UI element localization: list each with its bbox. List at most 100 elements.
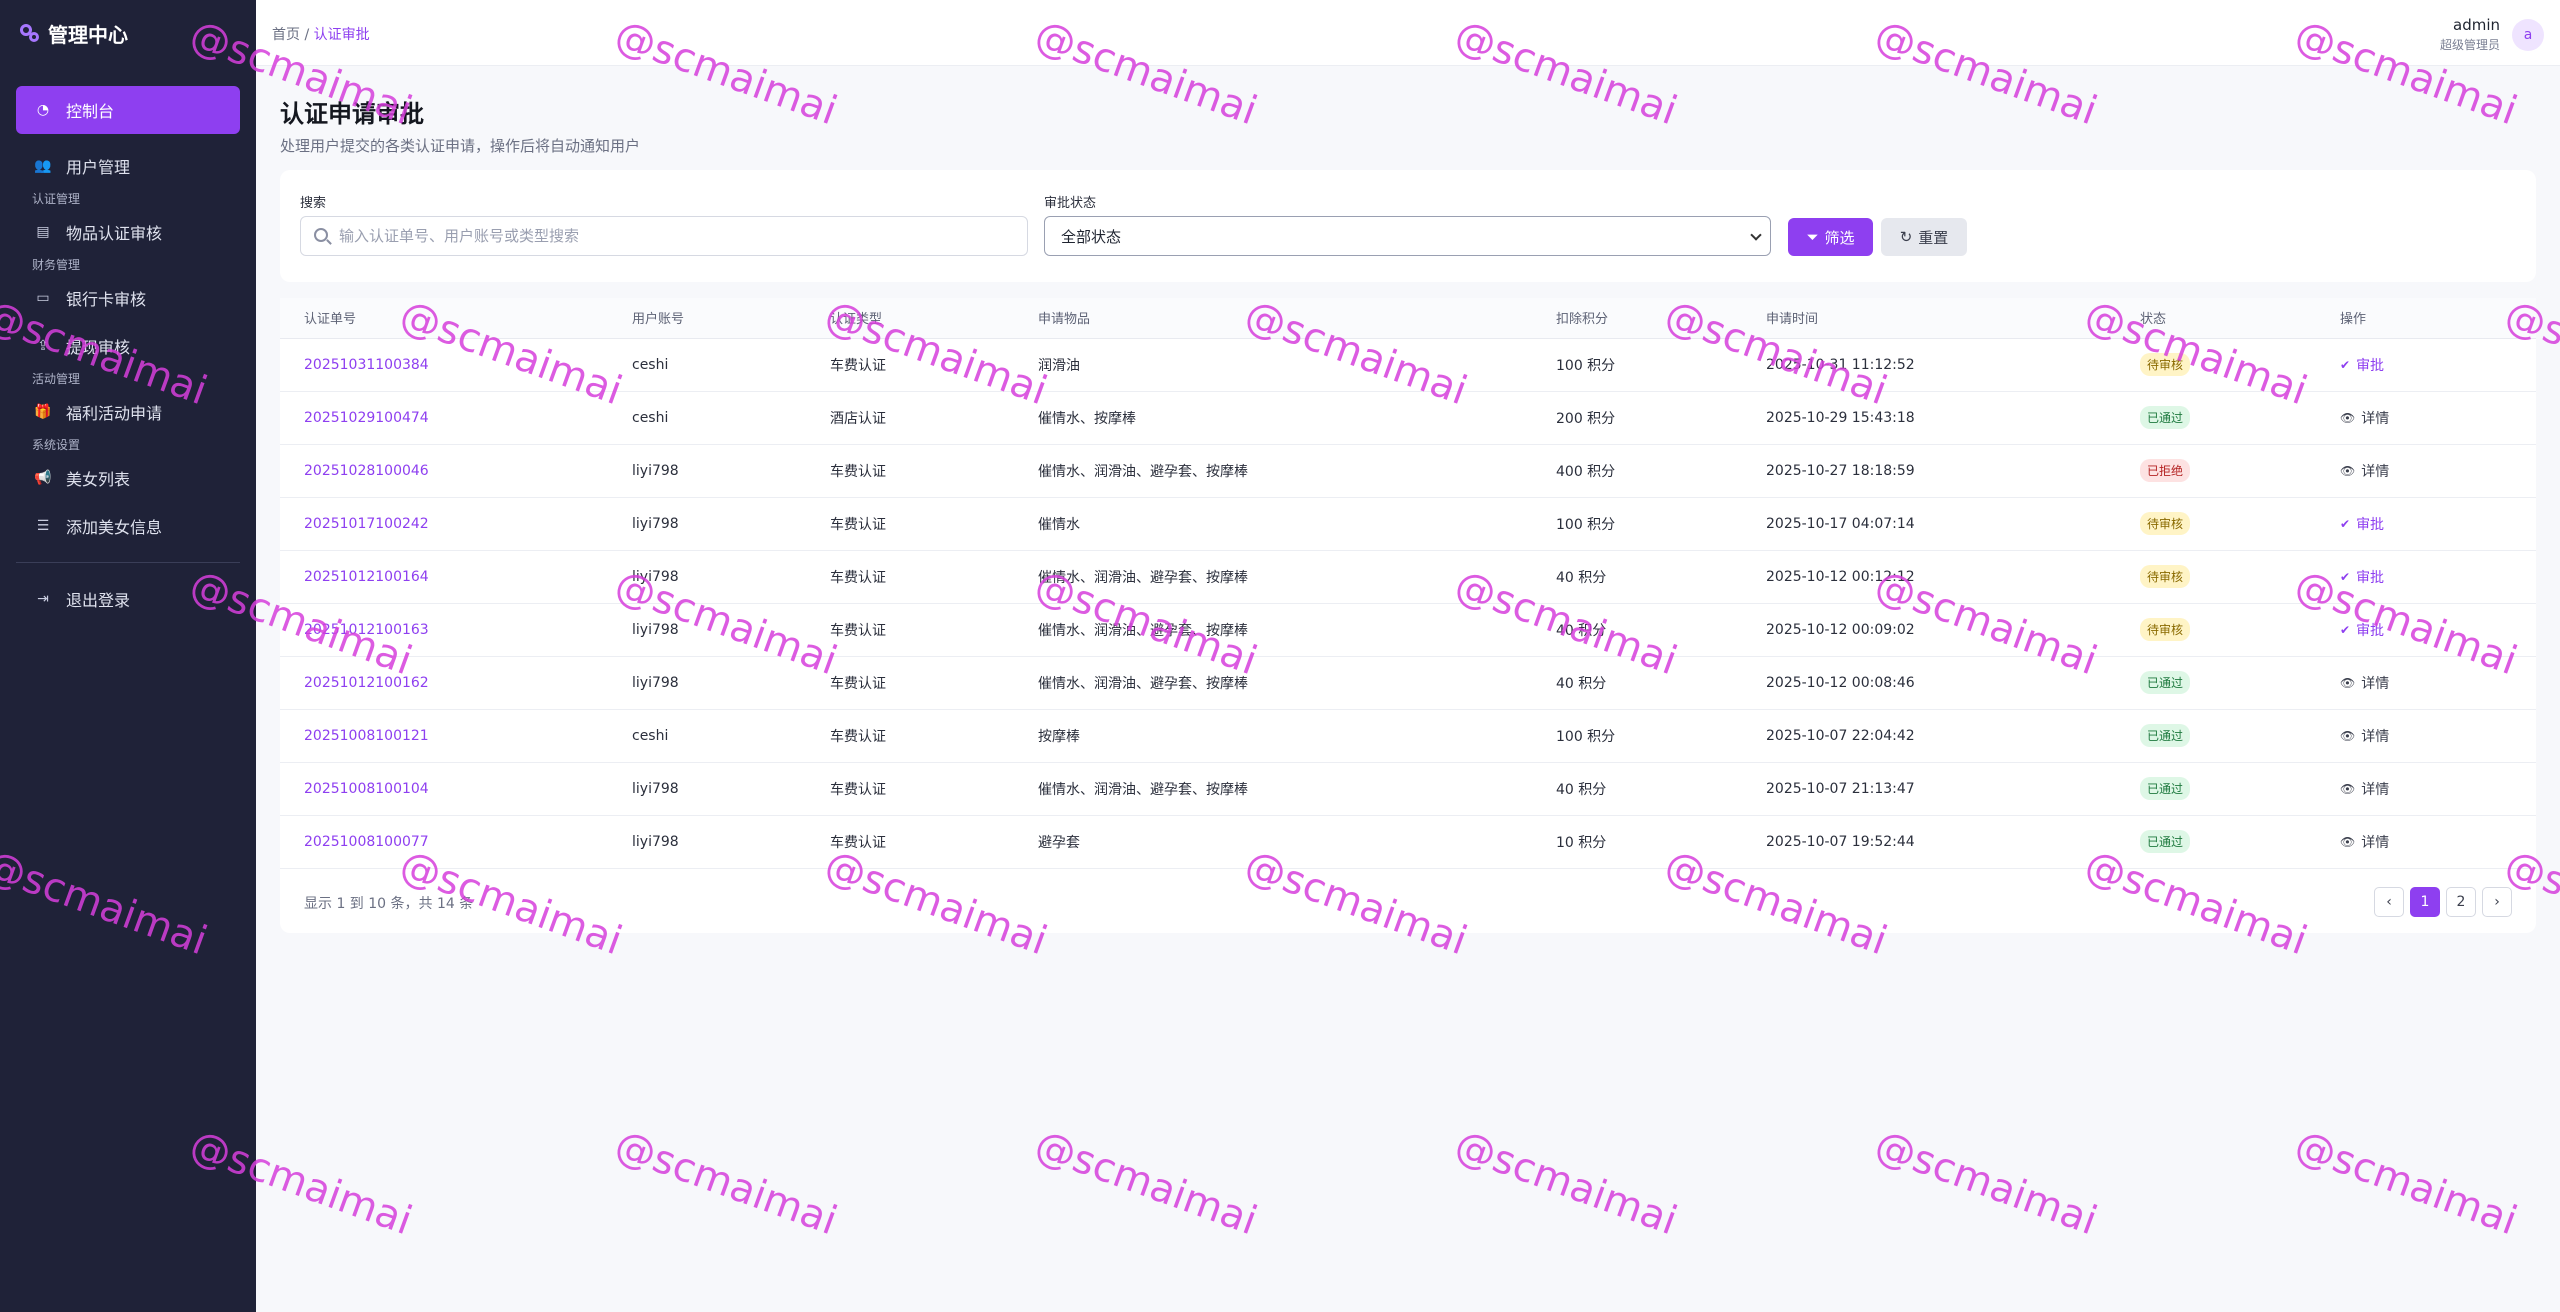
cell-id[interactable]: 20251028100046 <box>280 444 608 498</box>
cell-action: ✔ 审批 <box>2316 550 2536 604</box>
cell-id[interactable]: 20251008100121 <box>280 709 608 763</box>
cell-action: ✔ 审批 <box>2316 603 2536 657</box>
cell-points: 100 积分 <box>1532 709 1742 763</box>
cell-user: liyi798 <box>608 603 806 657</box>
user-menu[interactable]: admin 超级管理员 a <box>2440 16 2544 53</box>
col-status: 状态 <box>2116 298 2316 339</box>
eye-icon: 👁 <box>2340 675 2356 690</box>
breadcrumb-home[interactable]: 首页 <box>272 27 300 43</box>
watermark-text: @scmaimai <box>1029 1121 1263 1245</box>
user-role: 超级管理员 <box>2439 38 2500 52</box>
detail-button[interactable]: 👁 详情 <box>2340 673 2389 693</box>
cell-type: 车费认证 <box>806 709 1014 763</box>
megaphone-icon: 📢 <box>34 470 52 486</box>
cell-item: 催情水、润滑油、避孕套、按摩棒 <box>1014 550 1532 604</box>
action-label: 详情 <box>2361 463 2390 480</box>
sliders-icon: ☰ <box>36 518 50 534</box>
search-input[interactable] <box>300 216 1028 256</box>
col-points: 扣除积分 <box>1532 298 1742 339</box>
cell-id[interactable]: 20251008100104 <box>280 762 608 816</box>
cell-status: 待审核 <box>2116 497 2316 551</box>
status-badge: 待审核 <box>2140 512 2191 535</box>
sidebar-item-list[interactable]: 📢 美女列表 <box>16 454 240 502</box>
cell-status: 待审核 <box>2116 550 2316 604</box>
cell-status: 已通过 <box>2116 709 2316 763</box>
approve-button[interactable]: ✔ 审批 <box>2340 355 2384 375</box>
detail-button[interactable]: 👁 详情 <box>2340 726 2389 746</box>
watermark-text: @scmaimai <box>2289 1121 2523 1245</box>
cell-action: ✔ 审批 <box>2316 338 2536 392</box>
cell-id[interactable]: 20251012100163 <box>280 603 608 657</box>
detail-button[interactable]: 👁 详情 <box>2340 832 2389 852</box>
sidebar-item-logout[interactable]: ⇥ 退出登录 <box>16 575 240 623</box>
sidebar-item-add-info[interactable]: ☰ 添加美女信息 <box>16 502 240 550</box>
status-select[interactable]: 全部状态 <box>1044 216 1771 256</box>
cell-action: 👁 详情 <box>2316 656 2536 710</box>
cell-status: 已通过 <box>2116 391 2316 445</box>
sidebar-item-welfare[interactable]: 🎁 福利活动申请 <box>16 388 240 436</box>
cell-action: 👁 详情 <box>2316 709 2536 763</box>
reset-button-label: 重置 <box>1918 228 1949 247</box>
sidebar-item-bank-card[interactable]: ▭ 银行卡审核 <box>16 274 240 322</box>
detail-button[interactable]: 👁 详情 <box>2340 461 2389 481</box>
detail-button[interactable]: 👁 详情 <box>2340 779 2389 799</box>
page-button-1[interactable]: 1 <box>2410 886 2440 917</box>
table-row: 20251012100162 liyi798 车费认证 催情水、润滑油、避孕套、按摩棒… <box>280 656 2536 710</box>
action-label: 审批 <box>2356 357 2385 374</box>
action-label: 详情 <box>2361 675 2390 692</box>
approve-button[interactable]: ✔ 审批 <box>2340 514 2384 534</box>
sidebar-nav: ◔ 控制台 👥 用户管理 认证管理 ▤ 物品认证审核 财务管理 ▭ 银行卡审核 … <box>0 66 256 623</box>
filter-panel: 搜索 审批状态 全部状态 ⏷ 筛选 ↻ 重置 <box>280 170 2536 282</box>
cell-status: 待审核 <box>2116 603 2316 657</box>
nav-group-auth: 认证管理 <box>32 192 81 206</box>
cell-id[interactable]: 20251017100242 <box>280 497 608 551</box>
cell-id[interactable]: 20251012100164 <box>280 550 608 604</box>
action-label: 详情 <box>2361 834 2390 851</box>
cell-id[interactable]: 20251008100077 <box>280 815 608 869</box>
id-card-icon: ▤ <box>36 224 50 240</box>
page-button-2[interactable]: 2 <box>2446 886 2476 917</box>
cell-action: 👁 详情 <box>2316 815 2536 869</box>
sidebar-item-dashboard[interactable]: ◔ 控制台 <box>16 86 240 134</box>
status-badge: 已通过 <box>2140 777 2191 800</box>
prev-page-button[interactable]: ‹ <box>2374 886 2404 917</box>
cell-points: 100 积分 <box>1532 497 1742 551</box>
cell-type: 车费认证 <box>806 815 1014 869</box>
sidebar-item-label: 退出登录 <box>66 591 131 610</box>
sidebar-item-withdraw[interactable]: ⇪ 提现审核 <box>16 322 240 370</box>
action-label: 审批 <box>2356 622 2385 639</box>
page-subtitle: 处理用户提交的各类认证申请，操作后将自动通知用户 <box>280 137 641 155</box>
cell-id[interactable]: 20251031100384 <box>280 338 608 392</box>
sidebar-item-label: 美女列表 <box>66 470 131 489</box>
cell-points: 100 积分 <box>1532 338 1742 392</box>
cell-time: 2025-10-12 00:08:46 <box>1742 656 2116 710</box>
cell-points: 10 积分 <box>1532 815 1742 869</box>
cell-item: 避孕套 <box>1014 815 1532 869</box>
search-icon <box>314 228 328 242</box>
cell-action: 👁 详情 <box>2316 444 2536 498</box>
table-row: 20251031100384 ceshi 车费认证 润滑油 100 积分 2025-10-… <box>280 338 2536 392</box>
cell-id[interactable]: 20251029100474 <box>280 391 608 445</box>
approve-button[interactable]: ✔ 审批 <box>2340 620 2384 640</box>
cell-user: ceshi <box>608 391 806 445</box>
reset-button[interactable]: ↻ 重置 <box>1881 218 1967 256</box>
status-badge: 已通过 <box>2140 724 2191 747</box>
avatar[interactable]: a <box>2512 18 2544 51</box>
cell-id[interactable]: 20251012100162 <box>280 656 608 710</box>
table-row: 20251017100242 liyi798 车费认证 催情水 100 积分 2025-1… <box>280 497 2536 551</box>
brand[interactable]: 管理中心 <box>0 0 256 66</box>
approve-button[interactable]: ✔ 审批 <box>2340 567 2384 587</box>
filter-button[interactable]: ⏷ 筛选 <box>1788 218 1873 256</box>
sidebar-item-label: 银行卡审核 <box>66 290 147 309</box>
col-action: 操作 <box>2316 298 2536 339</box>
sidebar-item-item-auth[interactable]: ▤ 物品认证审核 <box>16 208 240 256</box>
next-page-button[interactable]: › <box>2482 886 2512 917</box>
table-row: 20251008100077 liyi798 车费认证 避孕套 10 积分 2025-10… <box>280 815 2536 869</box>
cell-status: 已通过 <box>2116 815 2316 869</box>
check-circle-icon: ✔ <box>2340 357 2351 372</box>
cell-type: 车费认证 <box>806 497 1014 551</box>
cell-type: 车费认证 <box>806 762 1014 816</box>
cell-action: ✔ 审批 <box>2316 497 2536 551</box>
sidebar-item-users[interactable]: 👥 用户管理 <box>16 142 240 190</box>
detail-button[interactable]: 👁 详情 <box>2340 408 2389 428</box>
